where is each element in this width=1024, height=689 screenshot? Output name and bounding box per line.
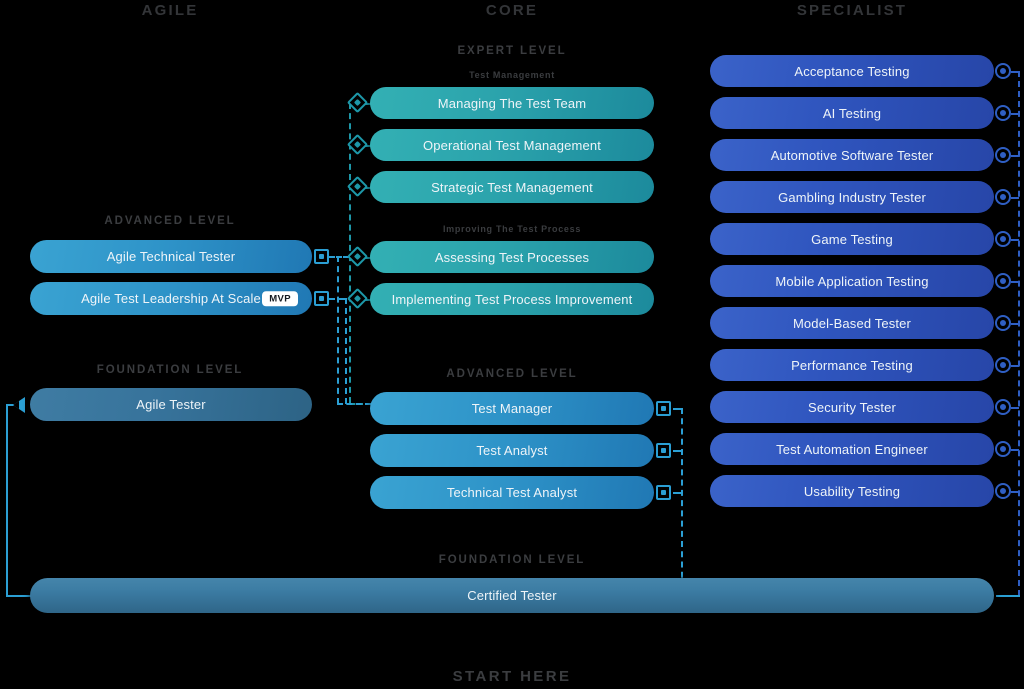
column-header-core: CORE: [485, 2, 539, 19]
connector-node-specialist-2[interactable]: [995, 105, 1011, 121]
cert-agile-tester[interactable]: Agile Tester: [30, 388, 312, 421]
specialist-stub-2: [1011, 113, 1019, 115]
connector-node-core-adv-1[interactable]: [656, 401, 671, 416]
cert-ai-testing[interactable]: AI Testing: [710, 97, 994, 129]
cert-label: Agile Test Leadership At Scale: [81, 291, 261, 306]
agile-adv1-rail: [329, 256, 349, 258]
agile-tester-arrow-inner-icon: [13, 401, 19, 409]
cert-label: Technical Test Analyst: [446, 485, 578, 500]
cert-label: Agile Tester: [136, 397, 206, 412]
cert-label: Certified Tester: [467, 588, 557, 603]
foundation-level-label: FOUNDATION LEVEL: [438, 554, 586, 566]
specialist-stub-6: [1011, 281, 1019, 283]
cert-label: Automotive Software Tester: [770, 147, 934, 163]
connector-node-specialist-8[interactable]: [995, 357, 1011, 373]
connector-node-core-adv-3[interactable]: [656, 485, 671, 500]
certified-left-stub: [6, 595, 32, 597]
connector-node-specialist-6[interactable]: [995, 273, 1011, 289]
connector-node-specialist-11[interactable]: [995, 483, 1011, 499]
cert-model-based-tester[interactable]: Model-Based Tester: [710, 307, 994, 339]
cert-label: Usability Testing: [803, 483, 901, 499]
cert-label: Test Analyst: [476, 443, 548, 458]
cert-agile-test-leadership-at-scale[interactable]: Agile Test Leadership At Scale MVP: [30, 282, 312, 315]
certified-to-agile-vertical: [6, 404, 8, 595]
core-group-label-test-management: Test Management: [469, 70, 555, 80]
connector-node-specialist-3[interactable]: [995, 147, 1011, 163]
cert-certified-tester[interactable]: Certified Tester: [30, 578, 994, 613]
specialist-right-rail: [1018, 71, 1020, 596]
cert-label: Managing The Test Team: [437, 95, 587, 111]
core-group-label-improving-the-test-process: Improving The Test Process: [442, 224, 582, 234]
cert-label: Mobile Application Testing: [775, 273, 929, 289]
cert-implementing-test-process-improvement[interactable]: Implementing Test Process Improvement: [370, 283, 654, 315]
cert-label: Performance Testing: [791, 357, 913, 373]
cert-managing-the-test-team[interactable]: Managing The Test Team: [370, 87, 654, 119]
core-expert-level-label: EXPERT LEVEL: [457, 45, 567, 57]
agile-advanced-level-label: ADVANCED LEVEL: [104, 215, 236, 227]
cert-gambling-industry-tester[interactable]: Gambling Industry Tester: [710, 181, 994, 213]
agile-adv2-down-rail: [345, 298, 347, 404]
cert-label: Assessing Test Processes: [434, 249, 590, 265]
core-advanced-down-rail: [681, 408, 683, 588]
cert-label: Test Automation Engineer: [776, 441, 928, 457]
agile-foundation-level-label: FOUNDATION LEVEL: [96, 364, 244, 376]
cert-label: Test Manager: [471, 401, 553, 416]
cert-test-automation-engineer[interactable]: Test Automation Engineer: [710, 433, 994, 465]
specialist-stub-1: [1011, 71, 1019, 73]
cert-usability-testing[interactable]: Usability Testing: [710, 475, 994, 507]
specialist-stub-4: [1011, 197, 1019, 199]
specialist-stub-7: [1011, 323, 1019, 325]
cert-acceptance-testing[interactable]: Acceptance Testing: [710, 55, 994, 87]
cert-game-testing[interactable]: Game Testing: [710, 223, 994, 255]
cert-label: Security Tester: [808, 399, 896, 415]
connector-node-specialist-7[interactable]: [995, 315, 1011, 331]
specialist-stub-3: [1011, 155, 1019, 157]
cert-agile-technical-tester[interactable]: Agile Technical Tester: [30, 240, 312, 273]
cert-label: Acceptance Testing: [794, 63, 910, 79]
connector-node-agile-adv-2[interactable]: [314, 291, 329, 306]
cert-assessing-test-processes[interactable]: Assessing Test Processes: [370, 241, 654, 273]
agile-adv1-down-rail: [337, 256, 339, 404]
specialist-rail-to-certified: [996, 595, 1020, 597]
start-here-label: START HERE: [452, 668, 572, 685]
connector-node-specialist-10[interactable]: [995, 441, 1011, 457]
column-header-specialist: SPECIALIST: [796, 2, 908, 19]
cert-test-manager[interactable]: Test Manager: [370, 392, 654, 425]
cert-operational-test-management[interactable]: Operational Test Management: [370, 129, 654, 161]
column-header-agile: AGILE: [141, 2, 199, 19]
cert-test-analyst[interactable]: Test Analyst: [370, 434, 654, 467]
specialist-stub-5: [1011, 239, 1019, 241]
connector-node-agile-adv-1[interactable]: [314, 249, 329, 264]
connector-node-specialist-9[interactable]: [995, 399, 1011, 415]
cert-label: Agile Technical Tester: [106, 249, 236, 264]
cert-technical-test-analyst[interactable]: Technical Test Analyst: [370, 476, 654, 509]
specialist-stub-8: [1011, 365, 1019, 367]
cert-mobile-application-testing[interactable]: Mobile Application Testing: [710, 265, 994, 297]
agile-adv2-rail: [329, 298, 345, 300]
specialist-stub-11: [1011, 491, 1019, 493]
cert-label: Operational Test Management: [423, 137, 601, 153]
connector-node-specialist-4[interactable]: [995, 189, 1011, 205]
connector-node-specialist-1[interactable]: [995, 63, 1011, 79]
cert-label: Implementing Test Process Improvement: [391, 291, 633, 307]
specialist-stub-10: [1011, 449, 1019, 451]
pathway-diagram: AGILE CORE SPECIALIST ADVANCED LEVEL Agi…: [0, 0, 1024, 689]
core-advanced-level-label: ADVANCED LEVEL: [446, 368, 578, 380]
cert-label: Strategic Test Management: [431, 179, 593, 195]
cert-automotive-software-tester[interactable]: Automotive Software Tester: [710, 139, 994, 171]
cert-label: Game Testing: [811, 231, 893, 247]
cert-security-tester[interactable]: Security Tester: [710, 391, 994, 423]
mvp-badge: MVP: [262, 290, 298, 307]
cert-strategic-test-management[interactable]: Strategic Test Management: [370, 171, 654, 203]
cert-performance-testing[interactable]: Performance Testing: [710, 349, 994, 381]
agile-rail-to-core-advanced: [337, 403, 371, 405]
specialist-stub-9: [1011, 407, 1019, 409]
cert-label: Gambling Industry Tester: [778, 189, 926, 205]
connector-node-specialist-5[interactable]: [995, 231, 1011, 247]
cert-label: Model-Based Tester: [792, 315, 912, 331]
cert-label: AI Testing: [822, 105, 882, 121]
connector-node-core-adv-2[interactable]: [656, 443, 671, 458]
